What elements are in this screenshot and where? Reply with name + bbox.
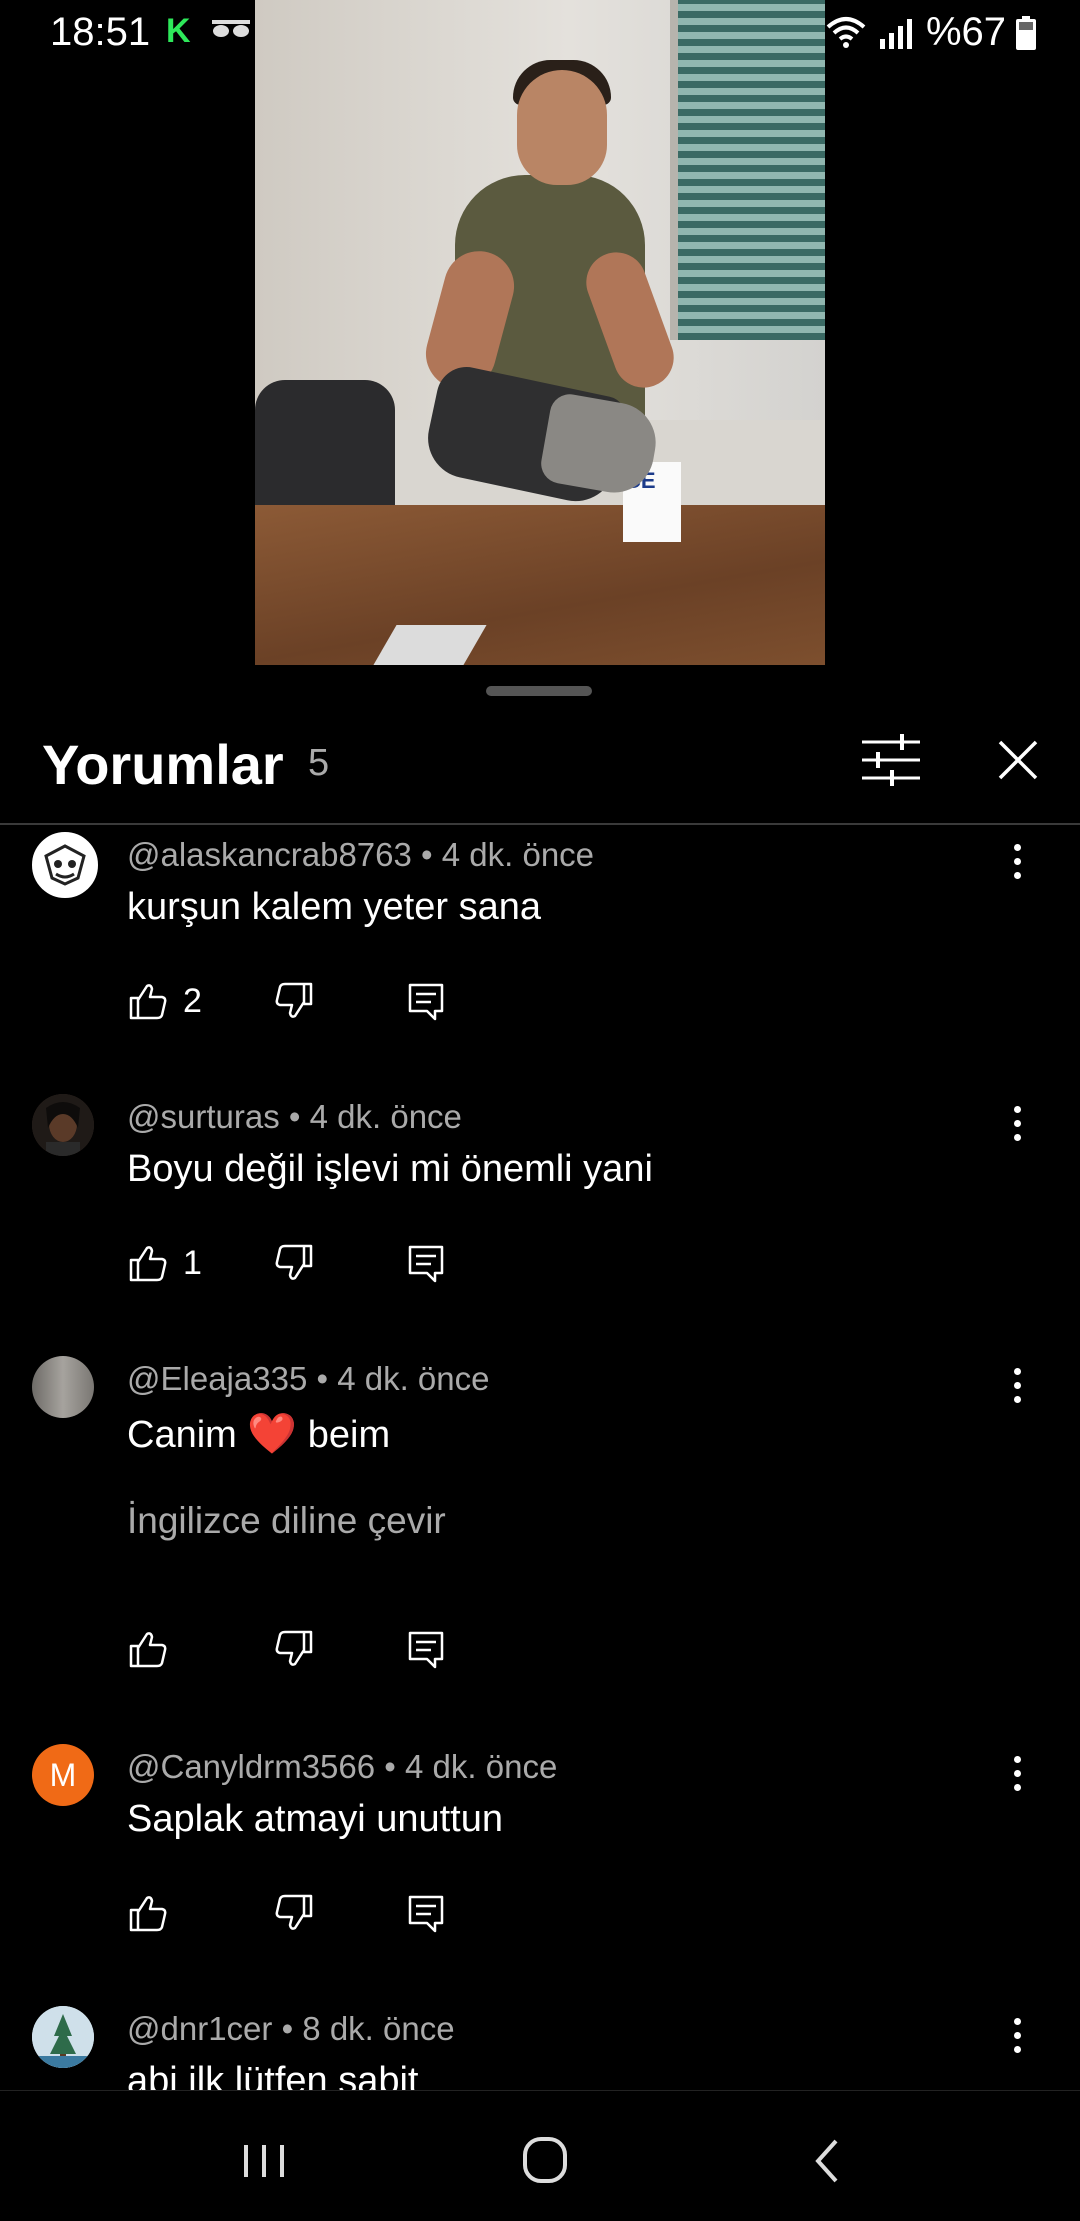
comment-item: M @Canyldrm3566 • 4 dk. önce Saplak atma… [0,1738,1080,1978]
thumb-down-icon [275,1244,313,1280]
like-button[interactable]: 1 [127,1238,202,1288]
thumb-up-icon [129,1632,167,1668]
comments-title: Yorumlar [42,733,284,796]
thumb-down-icon [275,1630,313,1666]
drag-handle[interactable] [486,686,592,696]
comments-header: Yorumlar 5 [0,700,1080,825]
thumb-up-icon [129,1246,167,1282]
like-count: 1 [183,1243,202,1282]
comment-text: abi ilk lütfen sabit [127,2060,419,2090]
meta-separator: • [421,836,433,873]
status-bar: 18:51 K %67 [0,0,1080,70]
reply-button[interactable] [405,1888,447,1938]
comment-text: Saplak atmayi unuttun [127,1798,504,1840]
comment-meta: @dnr1cer • 8 dk. önce [127,2010,455,2048]
comment-meta: @Canyldrm3566 • 4 dk. önce [127,1748,557,1786]
comment-time: 4 dk. önce [405,1748,558,1785]
meta-separator: • [281,2010,294,2047]
comments-list[interactable]: @alaskancrab8763 • 4 dk. önce kurşun kal… [0,826,1080,2090]
comment-time: 4 dk. önce [441,836,595,873]
comment-meta: @surturas • 4 dk. önce [127,1098,462,1136]
meta-separator: • [384,1748,396,1785]
home-icon[interactable] [505,2131,585,2191]
comment-actions: 1 [127,1238,527,1288]
dislike-button[interactable] [273,1888,315,1938]
comment-item: @dnr1cer • 8 dk. önce abi ilk lütfen sab… [0,2000,1080,2090]
incognito-icon [212,20,250,37]
meta-separator: • [288,1098,301,1135]
signal-icon [879,18,912,49]
status-time: 18:51 [50,10,151,54]
avatar-letter: M [49,1756,77,1793]
more-vertical-icon[interactable] [1002,2010,1032,2060]
battery-percent: %67 [925,10,1006,54]
comment-author[interactable]: @Eleaja335 [127,1360,307,1397]
comment-author[interactable]: @dnr1cer [127,2010,272,2047]
more-vertical-icon[interactable] [1002,1748,1032,1798]
like-button[interactable] [127,1888,169,1938]
filter-icon[interactable] [856,730,926,790]
comments-count: 5 [308,742,330,784]
close-icon[interactable] [988,730,1048,790]
like-button[interactable] [127,1624,169,1674]
comment-actions [127,1624,527,1674]
reply-icon [408,983,444,1021]
avatar[interactable] [32,1094,94,1156]
comment-item: @alaskancrab8763 • 4 dk. önce kurşun kal… [0,826,1080,1066]
system-navigation-bar [0,2090,1080,2221]
thumb-up-icon [129,984,167,1020]
battery-icon [1016,15,1036,50]
reply-icon [408,1245,444,1283]
dislike-button[interactable] [273,1624,315,1674]
thumb-up-icon [129,1896,167,1932]
comment-text: Boyu değil işlevi mi önemli yani [127,1148,653,1190]
more-vertical-icon[interactable] [1002,836,1032,886]
comment-text: kurşun kalem yeter sana [127,886,541,928]
reply-icon [408,1631,444,1669]
comment-time: 8 dk. önce [302,2010,455,2047]
avatar[interactable] [32,832,98,898]
reply-button[interactable] [405,1624,447,1674]
reply-button[interactable] [405,1238,447,1288]
header-divider [0,823,1080,825]
more-vertical-icon[interactable] [1002,1360,1032,1410]
video-player[interactable]: CE [255,0,825,665]
like-button[interactable]: 2 [127,976,202,1026]
comment-meta: @Eleaja335 • 4 dk. önce [127,1360,489,1398]
avatar[interactable]: M [32,1744,94,1806]
meta-separator: • [316,1360,329,1397]
comment-author[interactable]: @surturas [127,1098,280,1135]
avatar[interactable] [32,2006,94,2068]
dislike-button[interactable] [273,1238,315,1288]
reply-icon [408,1895,444,1933]
app-notification-icon: K [166,12,191,50]
thumb-down-icon [275,1894,313,1930]
reply-button[interactable] [405,976,447,1026]
comment-text-part: Canim [127,1414,237,1456]
like-count: 2 [183,981,202,1020]
comment-item: @surturas • 4 dk. önce Boyu değil işlevi… [0,1088,1080,1328]
comment-time: 4 dk. önce [309,1098,462,1135]
wifi-icon [826,16,866,48]
dislike-button[interactable] [273,976,315,1026]
comment-text-part: beim [307,1414,391,1456]
translate-link[interactable]: İngilizce diline çevir [127,1500,446,1542]
more-vertical-icon[interactable] [1002,1098,1032,1148]
heart-emoji: ❤️ [247,1412,298,1456]
comment-actions: 2 [127,976,527,1026]
comment-actions [127,1888,527,1938]
comment-author[interactable]: @Canyldrm3566 [127,1748,375,1785]
recent-apps-icon[interactable] [224,2131,304,2191]
comment-author[interactable]: @alaskancrab8763 [127,836,412,873]
back-icon[interactable] [788,2131,868,2191]
comment-meta: @alaskancrab8763 • 4 dk. önce [127,836,594,874]
thumb-down-icon [275,982,313,1018]
avatar[interactable] [32,1356,94,1418]
comment-time: 4 dk. önce [337,1360,490,1397]
comment-text: Canim ❤️ beim [127,1410,390,1457]
comment-item: @Eleaja335 • 4 dk. önce Canim ❤️ beim İn… [0,1350,1080,1710]
